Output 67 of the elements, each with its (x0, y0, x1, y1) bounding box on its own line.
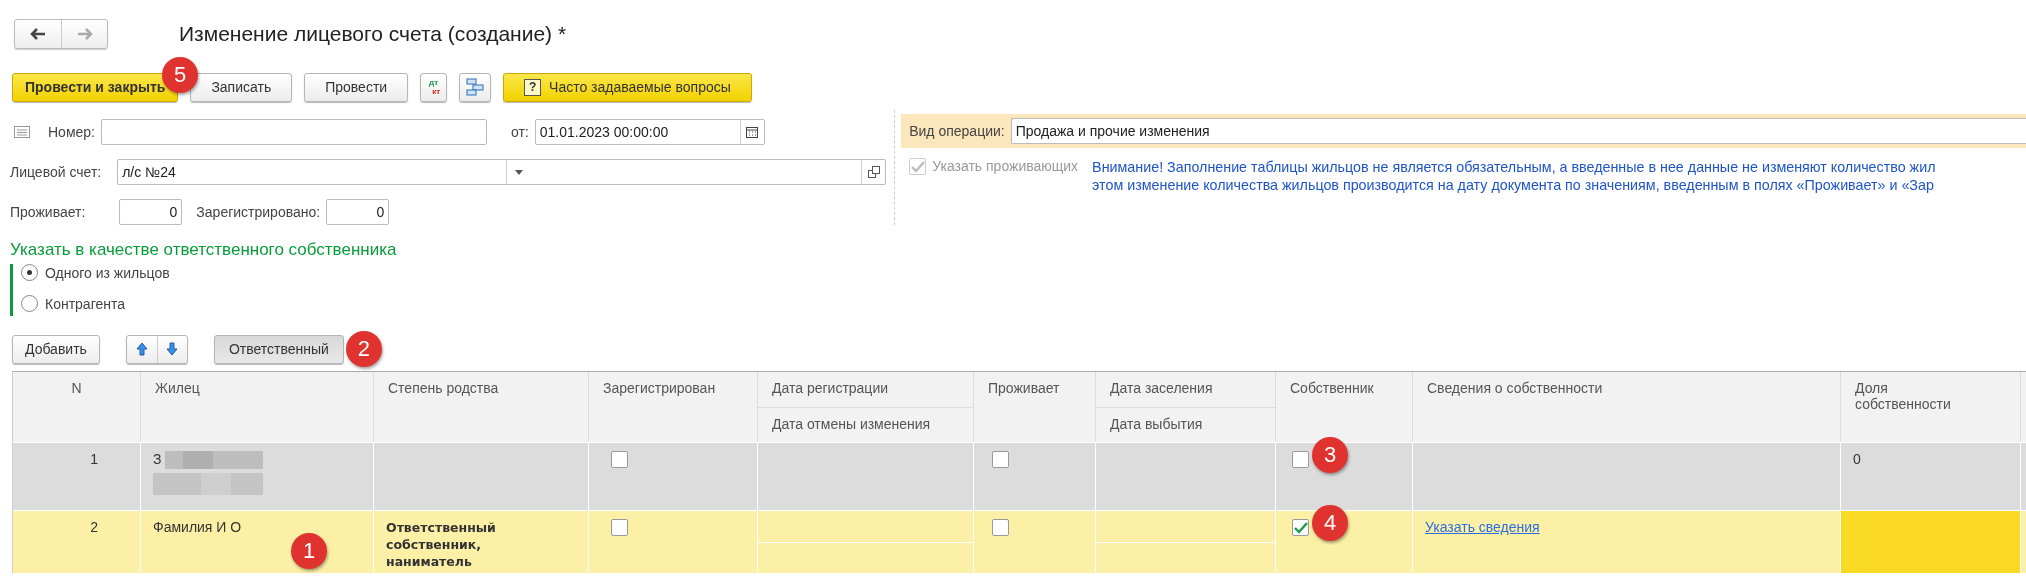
field-label: Вид операции: (909, 123, 1005, 139)
hierarchy-icon (466, 78, 485, 96)
field-label: Лицевой счет: (10, 164, 102, 180)
radio-button[interactable] (21, 295, 38, 312)
field-label: Номер: (48, 124, 95, 140)
column-header[interactable]: Степень родства (374, 372, 589, 442)
checkbox[interactable] (611, 451, 628, 468)
number-badge: 3 (1312, 437, 1348, 473)
window-title: Изменение лицевого счета (создание) * (179, 22, 567, 46)
operation-field[interactable]: Продажа и прочие изменения (1010, 118, 2026, 144)
radio-label[interactable]: Контрагента (45, 295, 125, 312)
share-cell[interactable]: 0 (1841, 442, 2021, 510)
checkbox[interactable] (1292, 519, 1309, 536)
checkbox[interactable] (611, 519, 628, 536)
count-field[interactable]: 0 (119, 199, 183, 225)
structure-button[interactable] (459, 72, 492, 102)
forward-arrow-icon (76, 28, 93, 40)
row-number-cell: 1 (13, 442, 141, 510)
column-header[interactable]: Доля собственности (1841, 372, 2021, 442)
resident-cell: З (141, 442, 374, 510)
count-field[interactable]: 0 (326, 199, 390, 225)
field-label: от: (511, 124, 529, 140)
column-header[interactable]: Собственник (1276, 372, 1413, 442)
up-arrow-icon (135, 342, 148, 356)
checkbox[interactable] (992, 519, 1009, 536)
column-header[interactable]: Зарегистрирован (589, 372, 758, 442)
radio-label[interactable]: Одного из жильцов (45, 264, 170, 281)
row-number-cell: 2 (13, 510, 141, 573)
number-badge: 4 (1312, 505, 1348, 541)
checkbox[interactable] (992, 451, 1009, 468)
column-header[interactable]: Проживает (974, 372, 1096, 442)
specify-info-link[interactable]: Указать сведения (1425, 519, 1540, 535)
checkbox-label: Указать проживающих (932, 158, 1079, 174)
toolbar-button[interactable]: Записать (190, 72, 293, 102)
check-icon (910, 160, 925, 173)
column-title: Дата регистрации (771, 379, 890, 398)
share-cell[interactable] (1841, 510, 2021, 573)
dt-kt-button[interactable]: дт кт (420, 72, 448, 102)
back-arrow-icon (30, 28, 46, 40)
column-header[interactable]: Сведения о собственности (1413, 372, 1841, 442)
radio-button[interactable] (21, 264, 38, 281)
column-header[interactable]: N (13, 372, 141, 442)
number-badge: 2 (345, 330, 382, 367)
number-badge: 1 (291, 533, 327, 569)
calendar-icon[interactable] (746, 126, 759, 138)
resident-cell: Фамилия И О 1 (141, 510, 374, 573)
date-field[interactable]: 01.01.2023 00:00:00 (534, 119, 765, 145)
responsible-button[interactable]: Ответственный (213, 334, 344, 364)
check-icon (1293, 521, 1308, 534)
faq-button[interactable]: ? Часто задаваемые вопросы (503, 72, 752, 102)
relation-cell: Ответственный собственник, наниматель (374, 510, 589, 573)
column-header[interactable]: Жилец (141, 372, 374, 442)
notice-text: этом изменение количества жильцов производится на дату документа по значениям, введенным в полях «Проживает» и «Зар (1092, 176, 1935, 194)
down-arrow-icon (166, 342, 179, 356)
checkbox[interactable] (1292, 451, 1309, 468)
column-title: Дата заселения (1109, 379, 1214, 398)
number-field[interactable] (101, 119, 487, 145)
open-icon[interactable] (867, 166, 880, 178)
notice-text: Внимание! Заполнение таблицы жильцов не является обязательным, а введенные в нее данные не изменяют количество жил (1092, 158, 1936, 176)
add-button[interactable]: Добавить (12, 334, 100, 364)
dropdown-icon[interactable] (514, 169, 523, 175)
list-icon (14, 126, 30, 138)
account-field[interactable]: л/с №24 (117, 159, 887, 185)
toolbar-button[interactable]: Провести (304, 72, 409, 102)
field-label: Зарегистрировано: (196, 204, 321, 220)
section-heading: Указать в качестве ответственного собственника (10, 240, 398, 260)
field-label: Проживает: (10, 204, 86, 220)
